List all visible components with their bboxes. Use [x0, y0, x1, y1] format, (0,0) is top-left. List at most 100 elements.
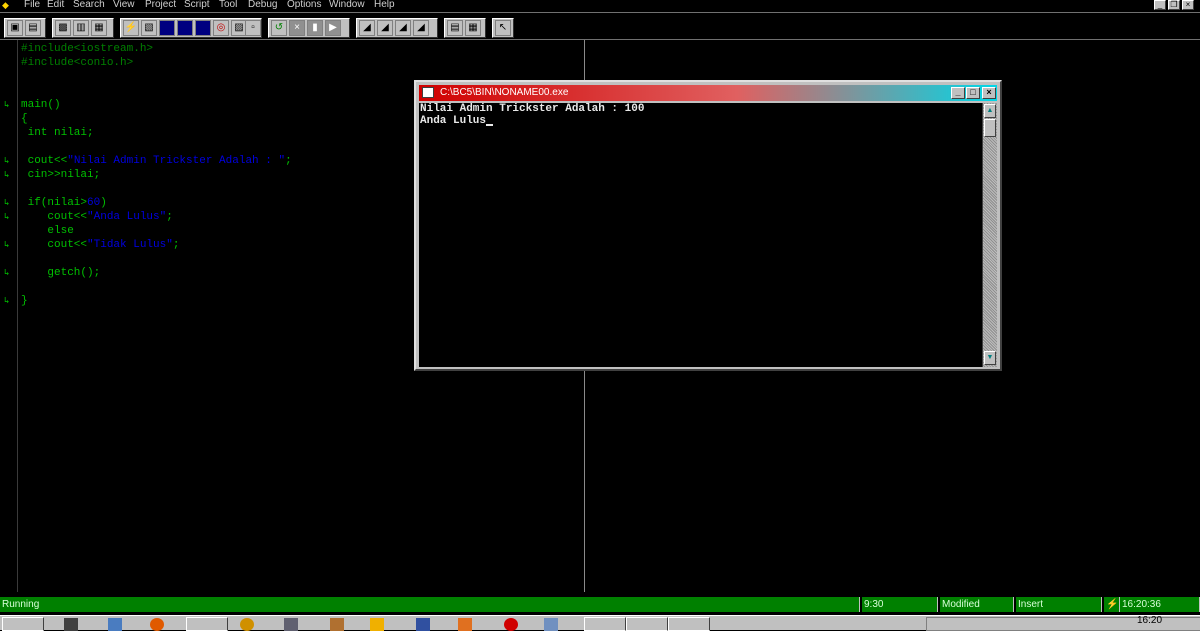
console-close-icon[interactable]: × — [982, 87, 996, 99]
cascade-icon[interactable]: ◢ — [359, 20, 375, 36]
save-icon[interactable]: ▩ — [55, 20, 71, 36]
document-icon[interactable] — [416, 618, 430, 631]
code-line-include-iostream: #include<iostream.h> — [21, 43, 154, 55]
code-line-cout-tidak-lulus: cout<<"Tidak Lulus"; — [21, 239, 180, 251]
console-titlebar[interactable]: C:\BC5\BIN\NONAME00.exe _ □ × — [419, 85, 997, 101]
cut-icon[interactable]: ▥ — [73, 20, 89, 36]
toolbar-group-help: ↖ — [492, 18, 514, 38]
code-line-main: main() — [21, 99, 61, 111]
console-scrollbar[interactable]: ▲ ▼ — [982, 103, 997, 367]
code-line-include-conio: #include<conio.h> — [21, 57, 134, 69]
menu-view[interactable]: View — [113, 0, 135, 10]
menu-file[interactable]: File — [24, 0, 40, 10]
stop-icon[interactable]: × — [289, 20, 305, 36]
app-icon[interactable] — [240, 618, 254, 631]
breakpoint-arrow-icon[interactable]: ↳ — [4, 212, 15, 222]
breakpoint-arrow-icon[interactable]: ↳ — [4, 100, 15, 110]
minimize-icon[interactable]: _ — [1154, 0, 1166, 10]
code-line-cout-lulus: cout<<"Anda Lulus"; — [21, 211, 173, 223]
toolbar-group-view: ▤ ▦ — [444, 18, 486, 38]
new-file-icon[interactable]: ▣ — [7, 20, 23, 36]
folder-icon[interactable] — [108, 618, 122, 631]
pencil-icon[interactable] — [330, 618, 344, 631]
app-icon[interactable] — [370, 618, 384, 631]
menu-search[interactable]: Search — [73, 0, 105, 10]
scroll-down-icon[interactable]: ▼ — [984, 351, 996, 365]
tile-icon[interactable]: ◢ — [377, 20, 393, 36]
taskbar-app-button[interactable] — [584, 617, 626, 631]
start-button[interactable] — [2, 617, 44, 631]
breakpoint-arrow-icon[interactable]: ↳ — [4, 170, 15, 180]
status-insert-mode: Insert — [1016, 597, 1102, 612]
system-tray: 16:20 — [926, 615, 1200, 631]
build-icon[interactable] — [177, 20, 193, 36]
paste-icon[interactable]: ▦ — [91, 20, 107, 36]
firefox-icon[interactable] — [150, 618, 164, 631]
code-line-if: if(nilai>60) — [21, 197, 107, 209]
message-view-icon[interactable]: ▤ — [447, 20, 463, 36]
breakpoint-arrow-icon[interactable]: ↳ — [4, 198, 15, 208]
step-icon[interactable] — [195, 20, 211, 36]
menu-window[interactable]: Window — [329, 0, 365, 10]
menu-edit[interactable]: Edit — [47, 0, 64, 10]
opera-icon[interactable] — [504, 618, 518, 631]
project-view-icon[interactable]: ▦ — [465, 20, 481, 36]
app-icon[interactable] — [544, 618, 558, 631]
menu-options[interactable]: Options — [287, 0, 321, 10]
breakpoint-arrow-icon[interactable]: ↳ — [4, 268, 15, 278]
console-output-line: Anda Lulus — [420, 115, 494, 127]
help-pointer-icon[interactable]: ↖ — [495, 20, 511, 36]
tray-clock[interactable]: 16:20 — [1137, 615, 1162, 626]
gutter-divider — [17, 40, 18, 592]
console-app-icon — [422, 87, 434, 98]
toolbar-group-build: ⚡ ▧ ◎ ▨ ▫ — [120, 18, 262, 38]
breakpoint-arrow-icon[interactable]: ↳ — [4, 240, 15, 250]
open-file-icon[interactable]: ▤ — [25, 20, 41, 36]
menu-help[interactable]: Help — [374, 0, 395, 10]
console-output-line: Nilai Admin Trickster Adalah : 100 — [420, 103, 645, 115]
toolbar: ▣ ▤ ▩ ▥ ▦ ⚡ ▧ ◎ ▨ ▫ ↺ × ▮ ▶ ◢ ◢ ◢ ◢ ▤ ▦ … — [0, 12, 1200, 40]
breakpoint-arrow-icon[interactable]: ↳ — [4, 156, 15, 166]
restore-icon[interactable]: ❐ — [1168, 0, 1180, 10]
run-icon[interactable]: ⚡ — [123, 20, 139, 36]
close-all-icon[interactable]: ◢ — [413, 20, 429, 36]
app-icon[interactable] — [458, 618, 472, 631]
menu-project[interactable]: Project — [145, 0, 176, 10]
code-line-cin: cin>>nilai; — [21, 169, 101, 181]
code-line-close-brace: } — [21, 295, 28, 307]
lightning-icon: ⚡ — [1104, 597, 1120, 612]
console-output[interactable]: Nilai Admin Trickster Adalah : 100 Anda … — [419, 103, 982, 367]
code-line-cout-prompt: cout<<"Nilai Admin Trickster Adalah : "; — [21, 155, 292, 167]
console-minimize-icon[interactable]: _ — [951, 87, 965, 99]
breakpoint-icon[interactable]: ◎ — [213, 20, 229, 36]
close-icon[interactable]: × — [1182, 0, 1194, 10]
menu-script[interactable]: Script — [184, 0, 210, 10]
app-icon: ◆ — [2, 0, 9, 10]
scroll-thumb[interactable] — [984, 119, 996, 137]
console-window[interactable]: C:\BC5\BIN\NONAME00.exe _ □ × Nilai Admi… — [414, 80, 1002, 371]
compile-icon[interactable]: ▧ — [141, 20, 157, 36]
pause-icon[interactable]: ▮ — [307, 20, 323, 36]
make-icon[interactable] — [159, 20, 175, 36]
taskbar-app-button[interactable] — [186, 617, 228, 631]
reset-icon[interactable]: ↺ — [271, 20, 287, 36]
arrange-icon[interactable]: ◢ — [395, 20, 411, 36]
taskbar-app-button[interactable] — [668, 617, 710, 631]
console-title: C:\BC5\BIN\NONAME00.exe — [440, 87, 569, 98]
menu-tool[interactable]: Tool — [219, 0, 237, 10]
taskbar: 16:20 — [0, 615, 1200, 631]
toolbar-group-debug: ↺ × ▮ ▶ — [268, 18, 350, 38]
watch-icon[interactable]: ▫ — [245, 20, 261, 36]
media-player-icon[interactable] — [64, 618, 78, 631]
app-icon[interactable] — [284, 618, 298, 631]
status-bar: Running 9:30 Modified Insert ⚡ 16:20:36 — [0, 597, 1200, 613]
menu-debug[interactable]: Debug — [248, 0, 277, 10]
trace-icon[interactable]: ▶ — [325, 20, 341, 36]
breakpoint-arrow-icon[interactable]: ↳ — [4, 296, 15, 306]
status-state: Running — [0, 597, 860, 612]
console-maximize-icon[interactable]: □ — [966, 87, 980, 99]
scroll-up-icon[interactable]: ▲ — [984, 104, 996, 118]
status-time: 16:20:36 — [1120, 597, 1200, 612]
toolbar-group-file: ▣ ▤ — [4, 18, 46, 38]
taskbar-app-button[interactable] — [626, 617, 668, 631]
